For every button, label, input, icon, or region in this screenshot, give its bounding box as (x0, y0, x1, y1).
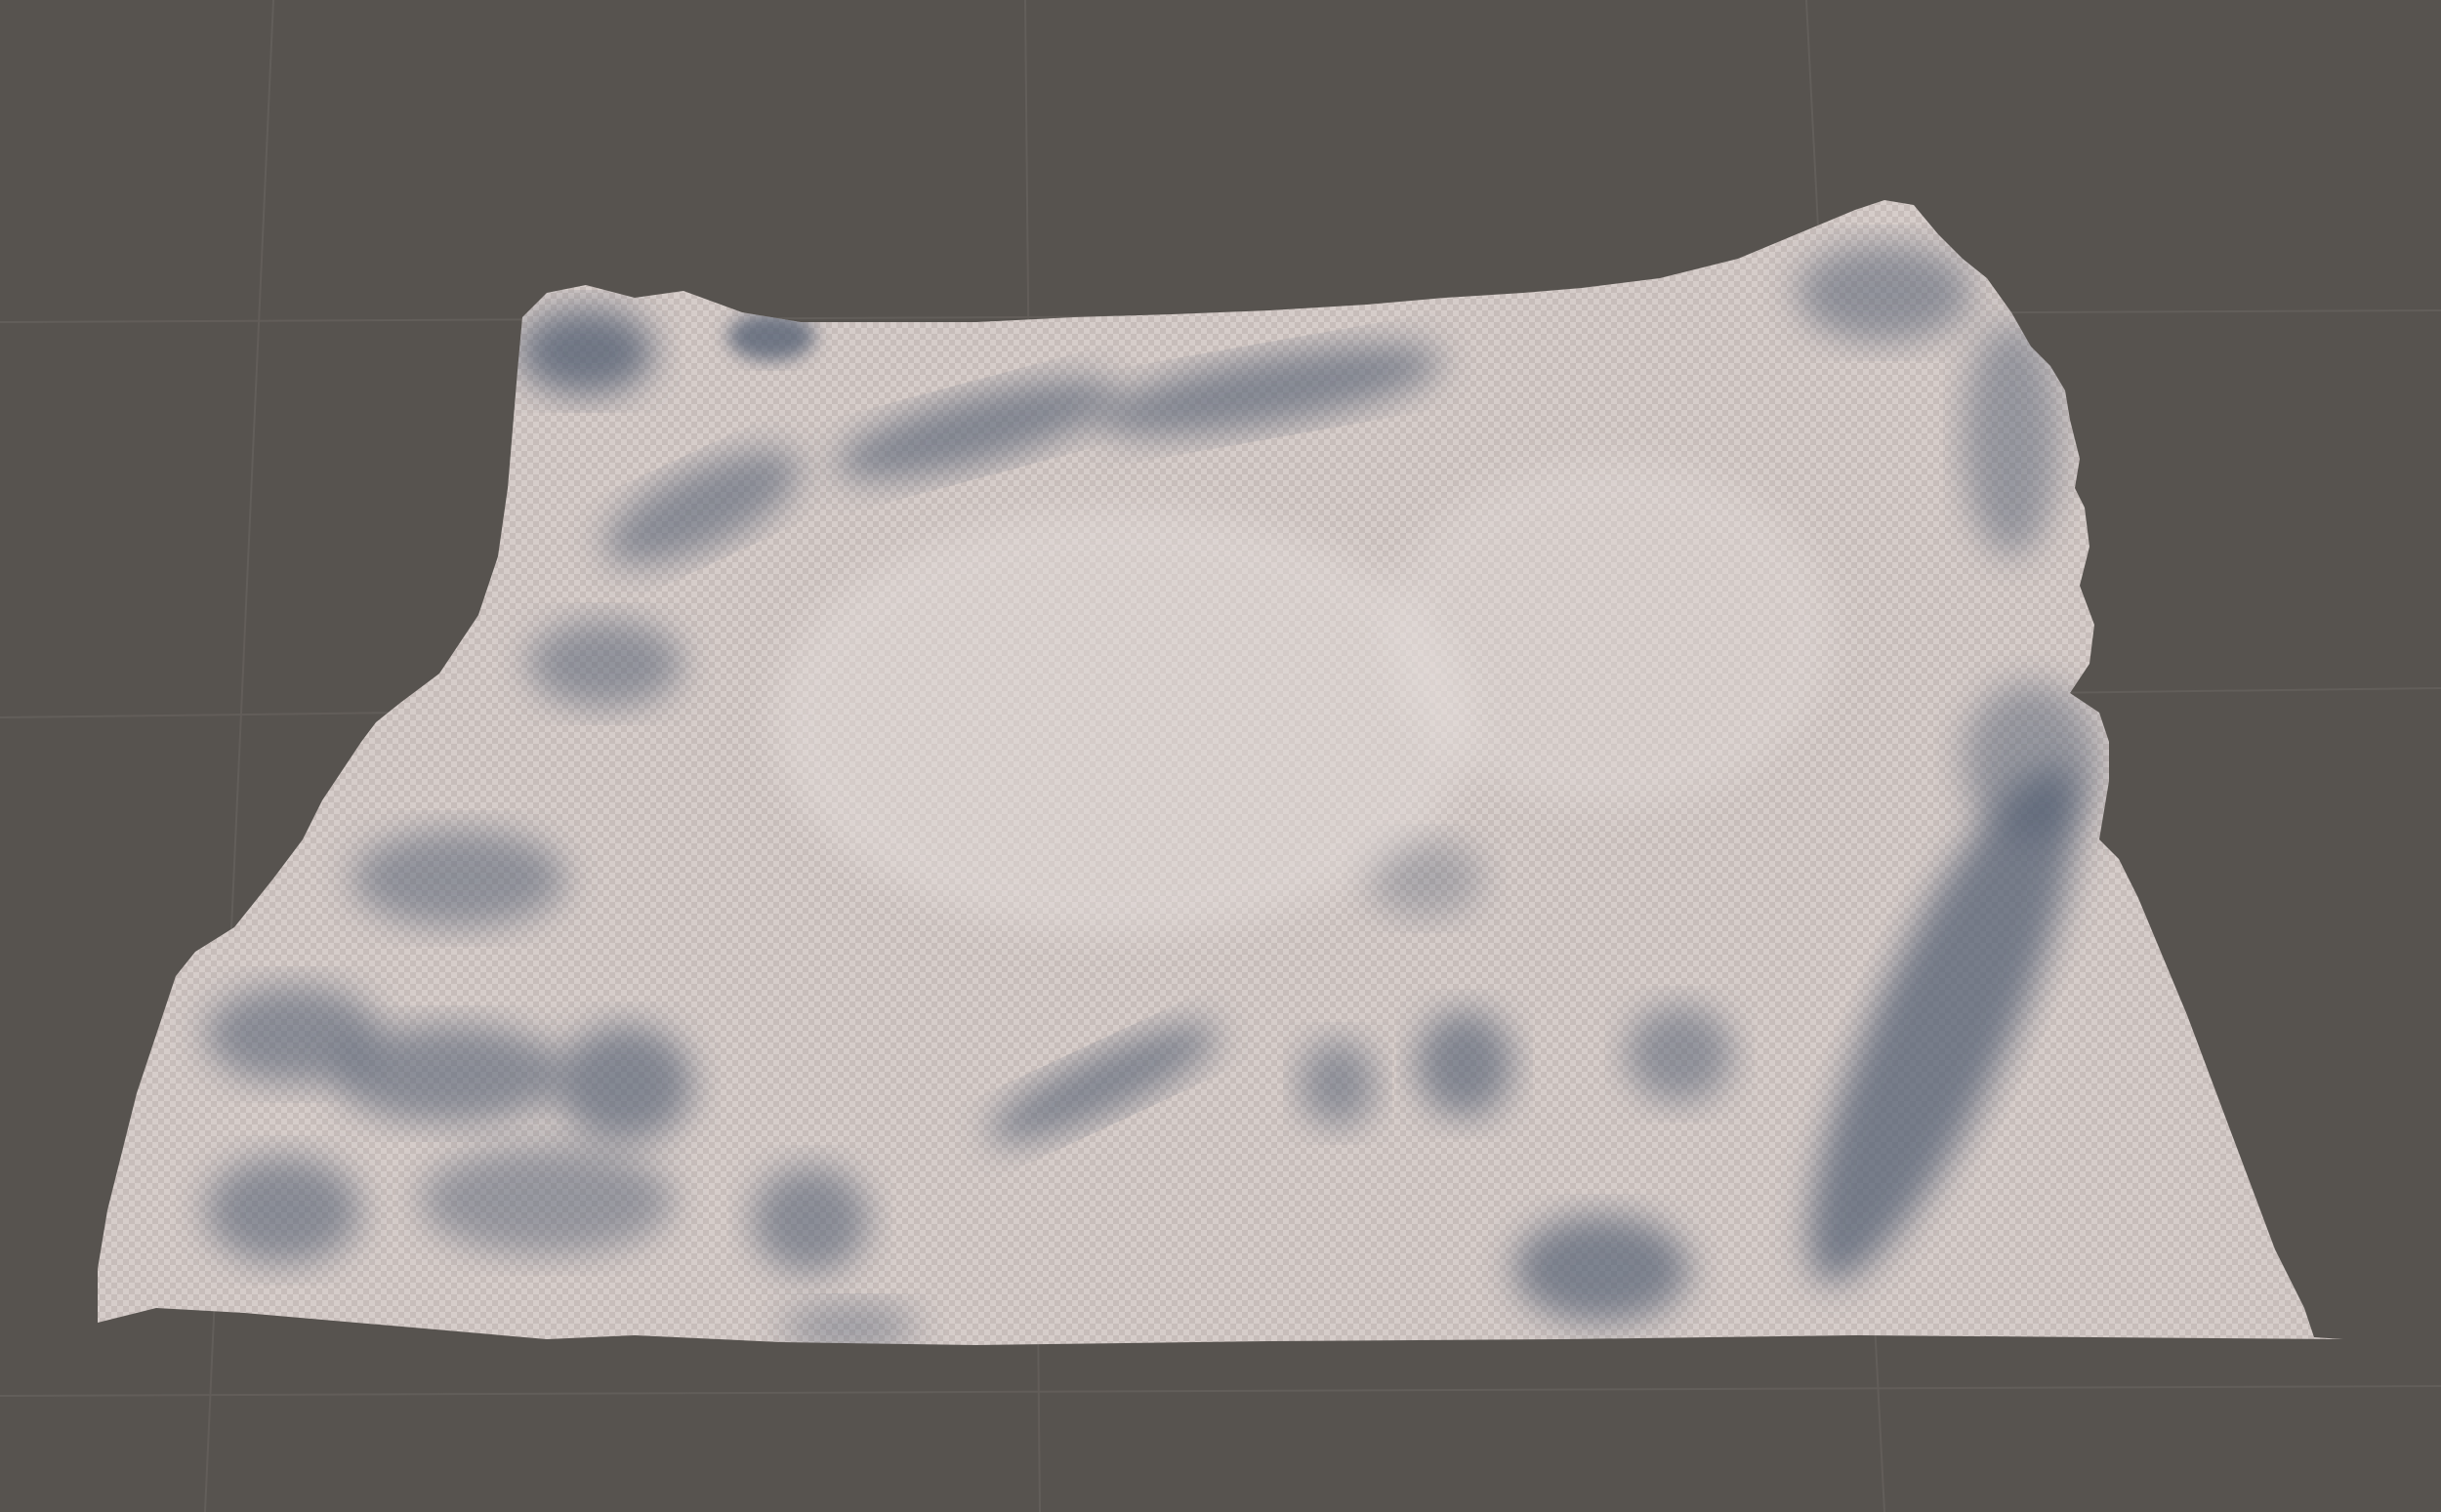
scene-canvas[interactable] (0, 0, 2441, 1512)
terrain-mesh[interactable] (98, 200, 2343, 1352)
scene-viewport[interactable] (0, 0, 2441, 1512)
